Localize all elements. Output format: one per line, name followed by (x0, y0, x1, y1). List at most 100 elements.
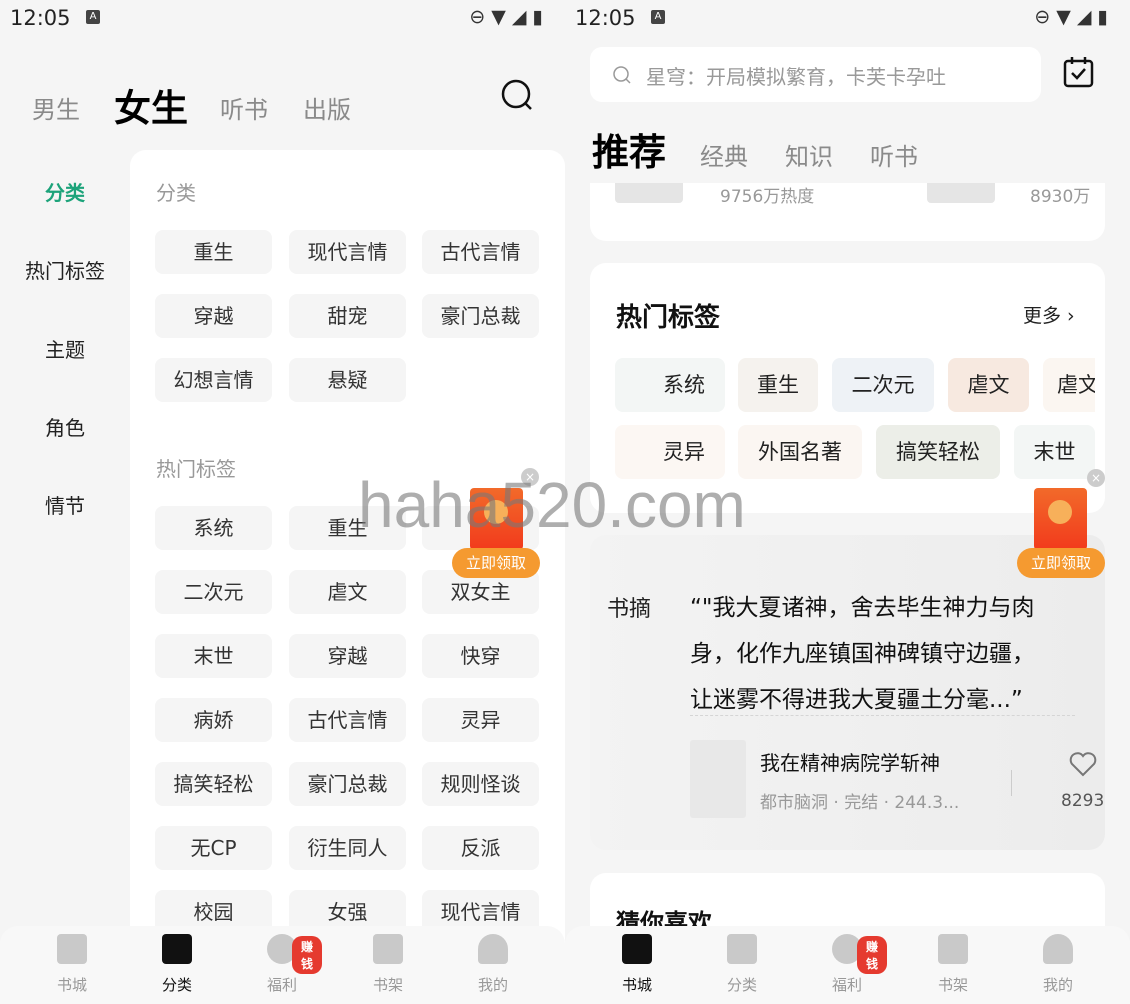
side-nav-role[interactable]: 角色 (0, 412, 130, 441)
bottom-nav-profile[interactable]: 我的 (1018, 934, 1098, 995)
section-title-hot-tags: 热门标签 (156, 457, 236, 481)
hot-tag-chip[interactable]: 搞笑轻松 (876, 425, 1000, 479)
hot-tag-chip[interactable]: 二次元 (155, 570, 272, 614)
category-chip[interactable]: 现代言情 (289, 230, 406, 274)
tab-female[interactable]: 女生 (114, 78, 188, 132)
hot-tag-chip[interactable]: 无CP (155, 826, 272, 870)
calendar-checkin-icon[interactable] (1063, 56, 1095, 88)
profile-icon (1043, 934, 1073, 964)
tab-recommend[interactable]: 推荐 (592, 122, 666, 176)
bottom-nav-category[interactable]: 分类 (702, 934, 782, 995)
bottom-nav-profile[interactable]: 我的 (453, 934, 533, 995)
quote-line: “"我大夏诸神，舍去毕生神力与肉 (690, 595, 1035, 621)
bottom-nav-label: 我的 (477, 976, 508, 994)
bottom-nav: 书城 分类 福利 赚钱书架 我的 (565, 926, 1130, 1004)
hot-tag-chip[interactable]: 末世 (1014, 425, 1095, 479)
envelope-close-icon[interactable]: × (521, 468, 539, 486)
book-title[interactable]: 我在精神病院学斩神 (760, 747, 940, 776)
heart-icon[interactable] (1069, 751, 1097, 777)
tab-male[interactable]: 男生 (32, 90, 80, 125)
bottom-nav-label: 书架 (372, 976, 403, 994)
search-bar[interactable]: 星穹：开局模拟繁育，卡芙卡孕吐 (590, 47, 1041, 102)
bookshelf-icon (373, 934, 403, 964)
hot-tag-chip[interactable]: 快穿 (422, 634, 539, 678)
hot-tag-chip[interactable]: 系统 (155, 506, 272, 550)
category-chip[interactable]: 古代言情 (422, 230, 539, 274)
bookstore-screen: 12:05 A ⊖▼◢▮ 星穹：开局模拟繁育，卡芙卡孕吐 推荐 经典 知识 听书… (565, 0, 1130, 1004)
excerpt-quote: “"我大夏诸神，舍去毕生神力与肉 身，化作九座镇国神碑镇守边疆， 让迷雾不得进我… (690, 585, 1035, 723)
claim-button[interactable]: 立即领取 (452, 548, 540, 578)
category-chip[interactable]: 悬疑 (289, 358, 406, 402)
hot-tag-chip[interactable]: 虐文 (1043, 358, 1095, 412)
claim-button[interactable]: 立即领取 (1017, 548, 1105, 578)
hot-tag-chip[interactable]: 虐文 (948, 358, 1029, 412)
book-cover[interactable] (615, 183, 683, 203)
heat-value: 8930万 (1030, 187, 1091, 207)
hot-tag-chip[interactable]: 衍生同人 (289, 826, 406, 870)
excerpt-label: 书摘 (607, 597, 652, 622)
book-cover[interactable] (927, 183, 995, 203)
earn-badge: 赚钱 (857, 936, 887, 974)
ranking-card: 9756万热度 8930万 (590, 183, 1105, 241)
bottom-nav: 书城 分类 福利 赚钱书架 我的 (0, 926, 565, 1004)
search-placeholder: 星穹：开局模拟繁育，卡芙卡孕吐 (646, 65, 946, 89)
hot-tag-chip[interactable]: 重生 (738, 358, 818, 412)
bottom-nav-bookshelf[interactable]: 书架 (348, 934, 428, 995)
hot-tag-chip[interactable]: 搞笑轻松 (155, 762, 272, 806)
hot-tag-chip[interactable]: 反派 (422, 826, 539, 870)
status-time: 12:05 (10, 6, 71, 30)
search-icon[interactable] (500, 78, 534, 112)
category-chip[interactable]: 穿越 (155, 294, 272, 338)
hot-tag-chip[interactable]: 古代言情 (289, 698, 406, 742)
tab-publish[interactable]: 出版 (303, 90, 351, 125)
category-screen: 12:05 A ⊖▼◢▮ 男生 女生 听书 出版 分类 热门标签 主题 角色 情… (0, 0, 565, 1004)
hot-tag-chip[interactable]: 灵异 (615, 425, 725, 479)
section-title-category: 分类 (156, 181, 196, 205)
hot-tag-chip[interactable]: 规则怪谈 (422, 762, 539, 806)
divider (1011, 770, 1012, 796)
side-nav-theme[interactable]: 主题 (0, 334, 130, 363)
side-nav-plot[interactable]: 情节 (0, 490, 130, 519)
red-envelope-icon[interactable] (1034, 488, 1087, 550)
tab-classic[interactable]: 经典 (700, 137, 748, 172)
hot-tag-chip[interactable]: 二次元 (832, 358, 934, 412)
status-icons: ⊖▼◢▮ (469, 6, 549, 28)
bottom-nav-label: 分类 (726, 976, 757, 994)
tab-audiobook[interactable]: 听书 (870, 137, 918, 172)
excerpt-card[interactable]: 书摘 “"我大夏诸神，舍去毕生神力与肉 身，化作九座镇国神碑镇守边疆， 让迷雾不… (590, 535, 1105, 850)
hot-tag-chip[interactable]: 外国名著 (738, 425, 862, 479)
hot-tag-chip[interactable]: 病娇 (155, 698, 272, 742)
notification-icon: A (86, 10, 100, 24)
hot-tag-chip[interactable]: 末世 (155, 634, 272, 678)
bottom-nav-label: 书架 (937, 976, 968, 994)
category-chip[interactable]: 重生 (155, 230, 272, 274)
bottom-nav-coin[interactable]: 福利 赚钱 (807, 934, 887, 995)
bottom-nav-category[interactable]: 分类 (137, 934, 217, 995)
tab-knowledge[interactable]: 知识 (785, 137, 833, 172)
hot-tag-chip[interactable]: 豪门总裁 (289, 762, 406, 806)
envelope-close-icon[interactable]: × (1087, 469, 1105, 487)
hot-tag-chip[interactable]: 灵异 (422, 698, 539, 742)
hot-tag-chip[interactable]: 穿越 (289, 634, 406, 678)
side-nav-category[interactable]: 分类 (0, 177, 130, 206)
bottom-nav-bookshelf[interactable]: 书架 (913, 934, 993, 995)
hot-tag-chip[interactable]: 系统 (615, 358, 725, 412)
bottom-nav-label: 分类 (161, 976, 192, 994)
hot-tag-chip[interactable]: 虐文 (289, 570, 406, 614)
side-nav-hot-tags[interactable]: 热门标签 (0, 255, 130, 284)
category-chip[interactable]: 豪门总裁 (422, 294, 539, 338)
book-cover[interactable] (690, 740, 746, 818)
red-envelope-icon[interactable] (470, 488, 523, 550)
bottom-nav-home[interactable]: 书城 (597, 934, 677, 995)
category-chip[interactable]: 甜宠 (289, 294, 406, 338)
heat-value: 9756万热度 (720, 187, 815, 207)
quote-line: 让迷雾不得进我大夏疆土分毫...” (690, 687, 1023, 713)
status-time: 12:05 (575, 6, 636, 30)
bottom-nav-coin[interactable]: 福利 赚钱 (242, 934, 322, 995)
bottom-nav-label: 福利 (266, 976, 297, 994)
tab-audiobook[interactable]: 听书 (220, 90, 268, 125)
category-chip[interactable]: 幻想言情 (155, 358, 272, 402)
bottom-nav-home[interactable]: 书城 (32, 934, 112, 995)
hot-tag-chip[interactable]: 重生 (289, 506, 406, 550)
profile-icon (478, 934, 508, 964)
